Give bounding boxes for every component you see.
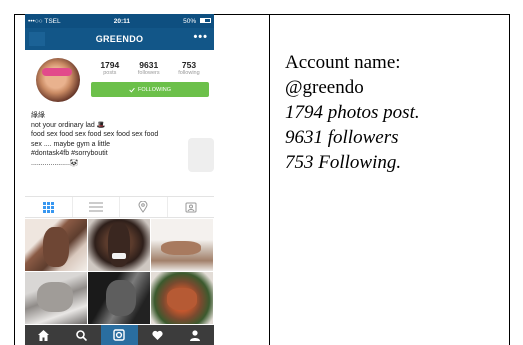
caption-following: 753 Following. (285, 152, 402, 173)
status-time: 20:11 (113, 17, 131, 25)
location-icon (138, 201, 148, 213)
camera-icon (113, 329, 126, 341)
carrier-signal: •••○○ TSEL (28, 17, 61, 25)
search-icon (76, 329, 88, 341)
nav-home[interactable] (25, 325, 63, 345)
profile-bio: 綠綠 not your ordinary lad 🎩 food sex food… (31, 111, 209, 168)
photo-subject (167, 288, 197, 310)
photo-subject (108, 223, 130, 267)
stat-followers-value: 9631 (139, 60, 159, 70)
photo-thumbnail[interactable] (151, 219, 213, 271)
profile-stats: 1794 posts 9631 followers 753 following (91, 60, 209, 76)
tab-location[interactable] (120, 197, 168, 217)
activity-icon (152, 330, 163, 340)
nav-activity[interactable] (138, 325, 176, 345)
stat-posts-value: 1794 (100, 60, 120, 70)
bio-hashtags: #dontask4fb #sorryboutit (31, 150, 108, 157)
hat-emoji-icon: 🎩 (96, 121, 106, 129)
battery-level: 50% (183, 17, 197, 25)
caption-account-label: Account name: (285, 52, 401, 73)
photo-grid (25, 219, 214, 325)
table-divider (269, 14, 270, 345)
nav-bar: GREENDO ••• (25, 28, 214, 50)
photo-thumbnail[interactable] (25, 272, 87, 324)
following-button[interactable]: FOLLOWING (91, 82, 209, 97)
tagged-icon (185, 202, 197, 213)
instagram-screenshot: •••○○ TSEL 20:11 50% GREENDO ••• 1794 po… (25, 14, 214, 345)
back-button[interactable] (29, 32, 45, 46)
more-options-button[interactable]: ••• (193, 31, 208, 43)
bio-line: sex .... maybe gym a little (31, 140, 110, 148)
tab-list[interactable] (73, 197, 120, 217)
home-icon (38, 329, 50, 341)
list-icon (88, 202, 103, 212)
following-button-label: FOLLOWING (137, 86, 171, 93)
nav-camera[interactable] (100, 325, 139, 345)
photo-subject (43, 227, 69, 267)
panda-emoji-icon: 🐼 (69, 159, 79, 167)
photo-thumbnail[interactable] (88, 272, 150, 324)
photo-thumbnail[interactable] (25, 219, 87, 271)
nav-search[interactable] (63, 325, 101, 345)
profile-tabs (25, 196, 214, 218)
profile-icon (190, 329, 201, 341)
bio-name: 綠綠 (31, 112, 45, 119)
bottom-nav (25, 325, 214, 345)
caption-account-handle: @greendo (285, 77, 364, 98)
bio-tagline: not your ordinary lad (31, 121, 95, 129)
avatar[interactable] (36, 58, 80, 102)
stat-following[interactable]: 753 following (178, 60, 199, 76)
tab-grid[interactable] (25, 197, 73, 217)
nav-profile[interactable] (176, 325, 214, 345)
photo-thumbnail[interactable] (88, 219, 150, 271)
tab-tagged[interactable] (168, 197, 215, 217)
account-caption: Account name: @greendo 1794 photos post.… (285, 50, 420, 175)
battery-indicator: 50% (183, 18, 211, 25)
caption-followers: 9631 followers (285, 127, 399, 148)
bio-line: not your ordinary lad 🎩 (31, 121, 209, 131)
photo-subject (106, 280, 136, 316)
stat-following-value: 753 (181, 60, 197, 70)
battery-icon (199, 18, 211, 24)
profile-title: GREENDO (95, 34, 144, 44)
photo-subject (161, 241, 201, 255)
avatar-detail (42, 68, 72, 76)
bio-dots: .................... (31, 159, 70, 167)
grid-icon (42, 201, 54, 213)
stat-posts[interactable]: 1794 posts (100, 60, 119, 76)
overlay-placeholder (188, 138, 214, 172)
bio-line: ....................🐼 (31, 159, 209, 169)
bio-line: food sex food sex food sex food sex food (31, 131, 159, 138)
photo-subject (112, 253, 126, 259)
stat-following-label: following (178, 70, 200, 76)
caption-posts: 1794 photos post. (285, 102, 420, 123)
status-bar: •••○○ TSEL 20:11 50% (25, 14, 214, 28)
stat-followers[interactable]: 9631 followers (138, 60, 160, 76)
photo-subject (37, 282, 73, 312)
checkmark-icon (129, 87, 135, 93)
stat-posts-label: posts (103, 70, 117, 76)
photo-thumbnail[interactable] (151, 272, 213, 324)
stat-followers-label: followers (137, 70, 160, 76)
